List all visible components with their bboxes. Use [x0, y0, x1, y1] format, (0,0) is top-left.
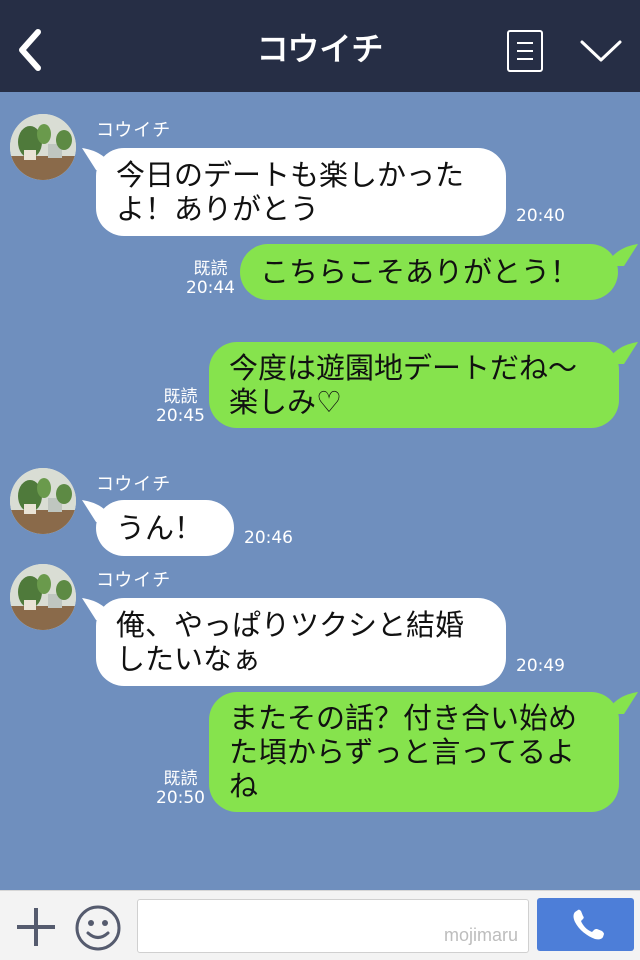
expand-button[interactable] — [578, 34, 624, 68]
message-text: 楽しみ♡ — [229, 385, 342, 419]
message-time: 20:50 — [156, 788, 205, 808]
plus-icon — [17, 908, 55, 946]
emoji-button[interactable] — [74, 904, 122, 952]
chat-title: コウイチ — [256, 30, 384, 68]
plant-photo-icon — [10, 564, 76, 630]
plant-photo-icon — [10, 468, 76, 534]
add-button[interactable] — [14, 905, 58, 949]
read-receipt: 既読 20:45 — [156, 388, 205, 426]
bubble-tail — [608, 692, 638, 714]
plant-photo-icon — [10, 114, 76, 180]
sender-name: コウイチ — [96, 120, 172, 141]
message-time: 20:49 — [516, 656, 565, 676]
message-text: た頃からずっと言ってるよ — [229, 735, 575, 769]
menu-button[interactable] — [507, 30, 543, 72]
message-text: 俺、やっぱりツクシと結婚 — [116, 608, 465, 642]
message-text: うん！ — [116, 511, 204, 545]
avatar[interactable] — [10, 468, 76, 534]
message-bubble-incoming[interactable]: うん！ — [96, 500, 234, 556]
watermark: mojimaru — [443, 925, 518, 945]
message-time: 20:40 — [516, 206, 565, 226]
message-text: ね — [229, 769, 259, 803]
avatar[interactable] — [10, 564, 76, 630]
message-time: 20:45 — [156, 406, 205, 426]
message-text: 今度は遊園地デートだね〜 — [229, 351, 578, 385]
message-text: したいなぁ — [116, 642, 262, 676]
sender-name: コウイチ — [96, 570, 172, 591]
avatar[interactable] — [10, 114, 76, 180]
chevron-down-icon — [580, 40, 622, 62]
message-text: こちらこそありがとう！ — [260, 255, 580, 289]
message-bubble-outgoing[interactable]: またその話？付き合い始め た頃からずっと言ってるよ ね — [209, 692, 619, 812]
read-receipt: 既読 20:50 — [156, 770, 205, 808]
message-text: 今日のデートも楽しかった — [116, 158, 465, 192]
message-text: よ！ありがとう — [116, 192, 320, 226]
read-label: 既読 — [163, 769, 198, 789]
message-composer: mojimaru — [0, 890, 640, 960]
read-label: 既読 — [193, 259, 228, 279]
read-receipt: 既読 20:44 — [186, 260, 235, 298]
message-bubble-outgoing[interactable]: 今度は遊園地デートだね〜 楽しみ♡ — [209, 342, 619, 428]
sender-name: コウイチ — [96, 474, 172, 495]
message-time: 20:46 — [244, 528, 293, 548]
bubble-tail — [608, 342, 638, 364]
message-bubble-incoming[interactable]: 俺、やっぱりツクシと結婚 したいなぁ — [96, 598, 506, 686]
message-bubble-incoming[interactable]: 今日のデートも楽しかった よ！ありがとう — [96, 148, 506, 236]
chat-area[interactable]: コウイチ 今日のデートも楽しかった よ！ありがとう 20:40 既読 20:44… — [0, 92, 640, 890]
message-time: 20:44 — [186, 278, 235, 298]
message-text: またその話？付き合い始め — [229, 701, 578, 735]
message-input[interactable]: mojimaru — [137, 899, 529, 953]
message-bubble-outgoing[interactable]: こちらこそありがとう！ — [240, 244, 618, 300]
chat-header: コウイチ — [0, 0, 640, 92]
call-button[interactable] — [537, 898, 634, 951]
phone-icon — [573, 909, 604, 940]
smiley-icon — [75, 905, 121, 951]
read-label: 既読 — [163, 387, 198, 407]
bubble-tail — [608, 244, 638, 266]
